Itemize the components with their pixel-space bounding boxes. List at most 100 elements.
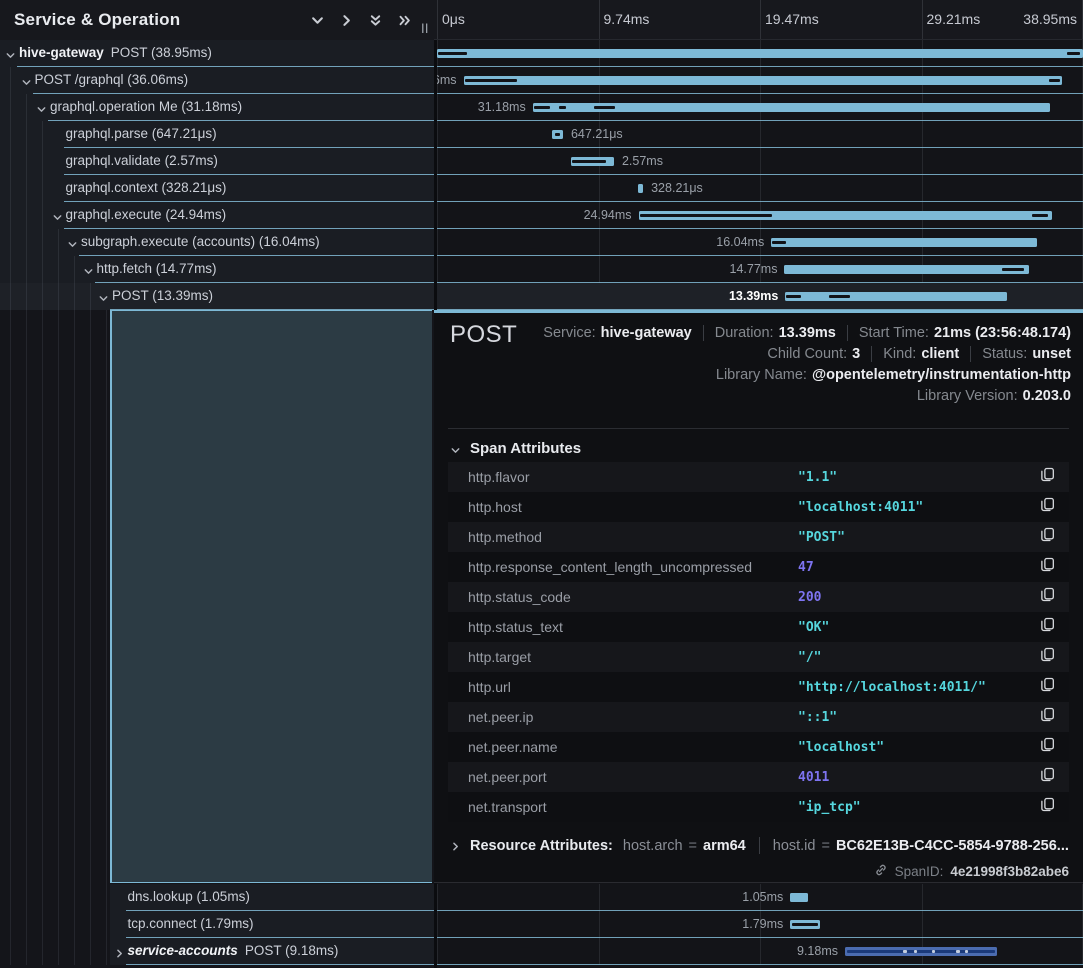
bar-self-time-segment: [829, 295, 850, 298]
span-bar-row-service-accounts-POST[interactable]: 9.18ms: [434, 938, 1083, 965]
bar-self-time-segment: [555, 133, 560, 136]
copy-icon[interactable]: [1040, 527, 1055, 547]
attribute-key: http.host: [468, 499, 798, 515]
copy-icon[interactable]: [1040, 677, 1055, 697]
span-bar-row-POST-graphql[interactable]: 36.06ms: [434, 67, 1083, 94]
copy-icon[interactable]: [1040, 497, 1055, 517]
span-bar-row-subgraph-execute-accounts[interactable]: 16.04ms: [434, 229, 1083, 256]
span-duration-bar[interactable]: [464, 76, 1062, 85]
span-duration-bar[interactable]: [571, 157, 614, 166]
resource-key: host.id: [773, 838, 816, 854]
bar-duration-label: 328.21μs: [651, 175, 703, 202]
column-resize-handle[interactable]: ||: [421, 23, 429, 34]
span-row-tcp-connect[interactable]: tcp.connect (1.79ms): [110, 911, 434, 938]
span-duration-bar[interactable]: [785, 292, 1007, 301]
copy-icon[interactable]: [1040, 797, 1055, 817]
bar-duration-label: 13.39ms: [729, 283, 778, 310]
tree-collapse-controls: [310, 0, 412, 40]
span-row-label: graphql.validate (2.57ms): [66, 148, 218, 174]
span-row-graphql-execute[interactable]: graphql.execute (24.94ms): [0, 202, 434, 229]
copy-icon[interactable]: [1040, 767, 1055, 787]
span-row-POST-graphql[interactable]: POST /graphql (36.06ms): [0, 67, 434, 94]
resource-attributes-title[interactable]: Resource Attributes:: [470, 838, 613, 854]
span-row-graphql-validate[interactable]: graphql.validate (2.57ms): [0, 148, 434, 175]
detail-meta-line: Library Version:0.203.0: [917, 388, 1071, 404]
copy-icon[interactable]: [1040, 707, 1055, 727]
resource-equals: =: [689, 838, 697, 854]
chevron-down-icon[interactable]: [5, 48, 16, 59]
copy-icon[interactable]: [1040, 467, 1055, 487]
span-row-label: graphql.operation Me (31.18ms): [50, 94, 242, 120]
copy-icon[interactable]: [1040, 737, 1055, 757]
attribute-value: 200: [798, 590, 1040, 605]
span-duration-bar[interactable]: [784, 265, 1029, 274]
bar-self-time-segment: [1002, 268, 1024, 271]
ruler-tick-label: 29.21ms: [927, 11, 981, 27]
span-bar-row-POST-selected[interactable]: 13.39ms: [434, 283, 1083, 310]
chevron-down-icon[interactable]: [310, 13, 325, 28]
link-icon[interactable]: [874, 863, 888, 880]
span-row-graphql-parse[interactable]: graphql.parse (647.21μs): [0, 121, 434, 148]
span-row-graphql-context[interactable]: graphql.context (328.21μs): [0, 175, 434, 202]
copy-icon[interactable]: [1040, 587, 1055, 607]
chevron-down-icon[interactable]: [52, 210, 63, 221]
bar-duration-label: 24.94ms: [584, 202, 632, 229]
copy-icon[interactable]: [1040, 557, 1055, 577]
span-bar-row-hive-gateway-POST[interactable]: 38.95ms: [434, 40, 1083, 67]
attribute-value: "http://localhost:4011/": [798, 680, 1040, 695]
chevron-right-icon[interactable]: [450, 840, 461, 851]
resource-key: host.arch: [623, 838, 683, 854]
resource-value: arm64: [703, 838, 746, 854]
span-row-dns-lookup[interactable]: dns.lookup (1.05ms): [110, 884, 434, 911]
span-duration-bar[interactable]: [771, 238, 1037, 247]
double-chevron-down-icon[interactable]: [368, 13, 383, 28]
chevron-down-icon[interactable]: [21, 75, 32, 86]
span-duration-bar[interactable]: [639, 211, 1053, 220]
span-bar-row-graphql-context[interactable]: 328.21μs: [434, 175, 1083, 202]
chevron-down-icon[interactable]: [98, 291, 109, 302]
span-bar-row-dns-lookup[interactable]: 1.05ms: [434, 884, 1083, 911]
chevron-right-icon[interactable]: [339, 13, 354, 28]
span-row-subgraph-execute-accounts[interactable]: subgraph.execute (accounts) (16.04ms): [0, 229, 434, 256]
chevron-down-icon[interactable]: [36, 102, 47, 113]
chevron-down-icon[interactable]: [83, 264, 94, 275]
attribute-row-net.peer.port: net.peer.port4011: [448, 762, 1069, 792]
attribute-key: http.flavor: [468, 469, 798, 485]
span-bar-row-graphql-operation-Me[interactable]: 31.18ms: [434, 94, 1083, 121]
chevron-right-icon[interactable]: [114, 946, 125, 957]
span-row-label: service-accountsPOST (9.18ms): [128, 938, 339, 964]
span-attributes-header[interactable]: Span Attributes: [450, 440, 581, 457]
meta-label: Kind:: [883, 346, 916, 362]
span-bar-row-graphql-parse[interactable]: 647.21μs: [434, 121, 1083, 148]
span-bar-row-graphql-validate[interactable]: 2.57ms: [434, 148, 1083, 175]
span-duration-bar[interactable]: [552, 130, 563, 139]
span-row-hive-gateway-POST[interactable]: hive-gatewayPOST (38.95ms): [0, 40, 434, 67]
attribute-key: net.transport: [468, 799, 798, 815]
span-duration-bar[interactable]: [790, 893, 807, 902]
span-row-POST-selected[interactable]: POST (13.39ms): [0, 283, 434, 310]
attribute-key: net.peer.name: [468, 739, 798, 755]
span-row-http-fetch[interactable]: http.fetch (14.77ms): [0, 256, 434, 283]
span-duration-bar[interactable]: [638, 184, 643, 193]
span-duration-bar[interactable]: [845, 947, 997, 956]
detail-meta-item: Status:unset: [970, 346, 1071, 362]
copy-icon[interactable]: [1040, 617, 1055, 637]
bar-self-time-segment: [792, 923, 818, 926]
span-duration-bar[interactable]: [790, 920, 820, 929]
span-bar-row-http-fetch[interactable]: 14.77ms: [434, 256, 1083, 283]
span-row-service-accounts-POST[interactable]: service-accountsPOST (9.18ms): [110, 938, 434, 965]
bar-duration-label: 36.06ms: [434, 67, 457, 94]
double-chevron-right-icon[interactable]: [397, 13, 412, 28]
trace-viewer: Service & Operation || 0μs9.74ms19.47ms2…: [0, 0, 1083, 968]
resource-attributes-row: Resource Attributes: host.arch = arm64 host…: [450, 837, 1069, 854]
span-duration-bar[interactable]: [437, 49, 1083, 58]
span-row-graphql-operation-Me[interactable]: graphql.operation Me (31.18ms): [0, 94, 434, 121]
meta-value: 21ms (23:56:48.174): [934, 325, 1071, 341]
bar-self-time-segment: [786, 295, 801, 298]
span-bar-row-graphql-execute[interactable]: 24.94ms: [434, 202, 1083, 229]
span-duration-bar[interactable]: [533, 103, 1050, 112]
copy-icon[interactable]: [1040, 647, 1055, 667]
bar-self-time-segment: [932, 950, 935, 953]
span-bar-row-tcp-connect[interactable]: 1.79ms: [434, 911, 1083, 938]
chevron-down-icon[interactable]: [67, 237, 78, 248]
